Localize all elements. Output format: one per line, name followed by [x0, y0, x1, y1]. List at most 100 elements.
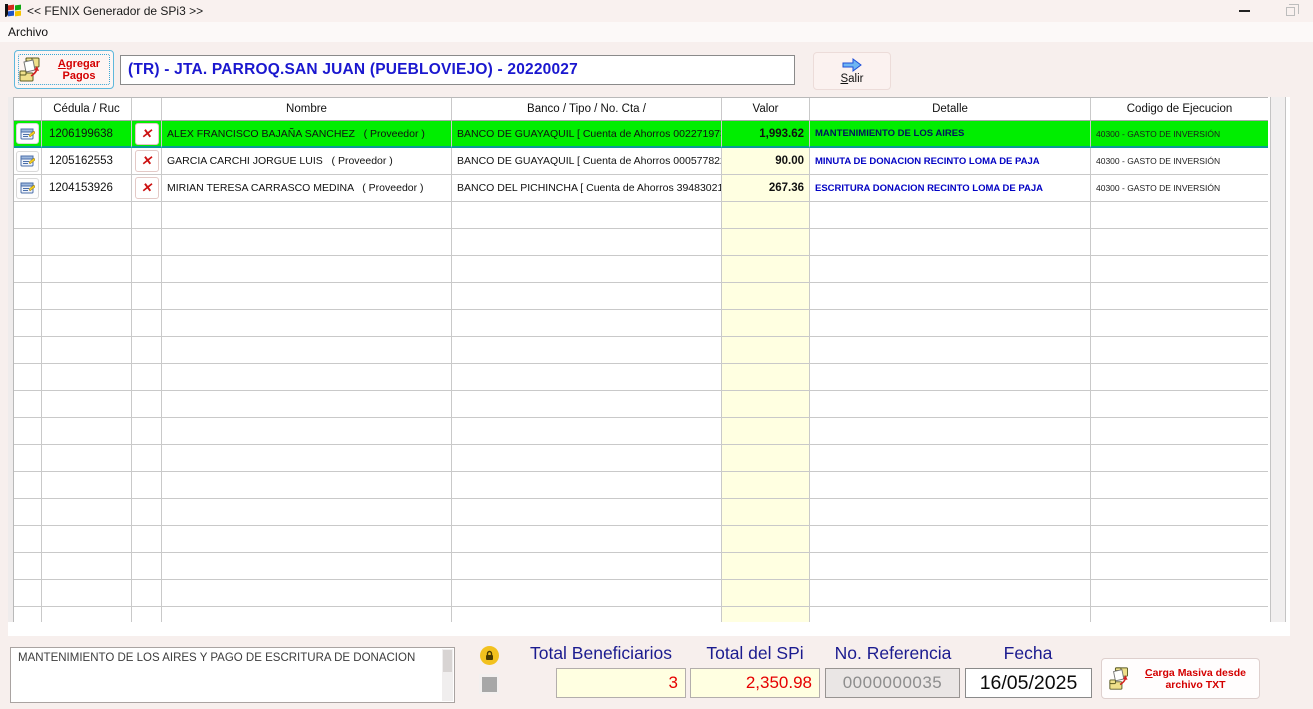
empty-banco-cell	[452, 472, 722, 499]
delete-row-button[interactable]: ✕	[134, 122, 159, 145]
empty-banco-cell	[452, 607, 722, 622]
empty-codigo-cell	[1091, 202, 1268, 229]
nombre-cell: ALEX FRANCISCO BAJAÑA SANCHEZ ( Proveedo…	[162, 121, 452, 148]
empty-delete-cell	[132, 607, 162, 622]
empty-nombre-cell	[162, 337, 452, 364]
empty-valor-cell	[722, 283, 810, 310]
empty-banco-cell	[452, 256, 722, 283]
delete-row-button[interactable]: ✕	[134, 150, 159, 172]
empty-valor-cell	[722, 607, 810, 622]
empty-row	[14, 607, 1268, 622]
empty-delete-cell	[132, 202, 162, 229]
vertical-scrollbar[interactable]	[1270, 97, 1286, 622]
salir-button[interactable]: Salir	[813, 52, 891, 90]
detalle-cell: ESCRITURA DONACION RECINTO LOMA DE PAJA	[810, 175, 1091, 202]
delete-row-button[interactable]: ✕	[134, 177, 159, 199]
total-beneficiarios-label: Total Beneficiarios	[529, 643, 673, 663]
empty-detalle-cell	[810, 553, 1091, 580]
empty-detalle-cell	[810, 445, 1091, 472]
edit-row-button[interactable]	[16, 177, 39, 199]
empty-valor-cell	[722, 580, 810, 607]
empty-nombre-cell	[162, 526, 452, 553]
restore-icon	[1285, 3, 1299, 16]
grid-header-row: Cédula / Ruc Nombre Banco / Tipo / No. C…	[14, 98, 1268, 121]
detalle-general-text: MANTENIMIENTO DE LOS AIRES Y PAGO DE ESC…	[18, 652, 416, 664]
empty-edit-cell	[14, 391, 42, 418]
empty-nombre-cell	[162, 418, 452, 445]
empty-row	[14, 472, 1268, 499]
empty-codigo-cell	[1091, 364, 1268, 391]
empty-delete-cell	[132, 310, 162, 337]
nombre-cell: MIRIAN TERESA CARRASCO MEDINA ( Proveedo…	[162, 175, 452, 202]
empty-delete-cell	[132, 364, 162, 391]
fecha-value-field[interactable]: 16/05/2025	[965, 668, 1092, 698]
cedula-cell: 1206199638	[42, 121, 132, 148]
empty-banco-cell	[452, 553, 722, 580]
empty-valor-cell	[722, 553, 810, 580]
carga-masiva-button[interactable]: Carga Masiva desde archivo TXT	[1101, 658, 1260, 699]
empty-codigo-cell	[1091, 310, 1268, 337]
detalle-general-textarea[interactable]: MANTENIMIENTO DE LOS AIRES Y PAGO DE ESC…	[10, 647, 455, 703]
empty-edit-cell	[14, 310, 42, 337]
empty-codigo-cell	[1091, 553, 1268, 580]
codigo-cell: 40300 - GASTO DE INVERSIÓN	[1091, 121, 1268, 148]
empty-valor-cell	[722, 391, 810, 418]
empty-banco-cell	[452, 364, 722, 391]
row-delete-cell: ✕	[132, 148, 162, 175]
empty-edit-cell	[14, 364, 42, 391]
minimize-button[interactable]	[1221, 0, 1267, 22]
empty-codigo-cell	[1091, 526, 1268, 553]
empty-detalle-cell	[810, 418, 1091, 445]
restore-button[interactable]	[1267, 0, 1313, 22]
row-delete-cell: ✕	[132, 121, 162, 148]
header-codigo: Codigo de Ejecucion	[1091, 98, 1268, 121]
empty-nombre-cell	[162, 445, 452, 472]
empty-row	[14, 256, 1268, 283]
empty-codigo-cell	[1091, 472, 1268, 499]
edit-row-button[interactable]	[16, 150, 39, 172]
salir-label: Salir	[840, 72, 864, 85]
empty-row	[14, 445, 1268, 472]
payment-row[interactable]: 1205162553 ✕ GARCIA CARCHI JORGUE LUIS ( P…	[14, 148, 1268, 175]
agregar-pagos-button[interactable]: Agregar Pagos	[14, 50, 114, 89]
empty-delete-cell	[132, 256, 162, 283]
payment-row[interactable]: 1204153926 ✕ MIRIAN TERESA CARRASCO MEDINA…	[14, 175, 1268, 202]
gray-square-button[interactable]	[479, 674, 499, 694]
empty-row	[14, 391, 1268, 418]
carga-masiva-label: Carga Masiva desde archivo TXT	[1136, 667, 1255, 691]
empty-valor-cell	[722, 202, 810, 229]
empty-codigo-cell	[1091, 283, 1268, 310]
empty-row	[14, 202, 1268, 229]
empty-row	[14, 283, 1268, 310]
empty-banco-cell	[452, 418, 722, 445]
empty-detalle-cell	[810, 256, 1091, 283]
menu-archivo[interactable]: Archivo	[0, 23, 56, 41]
lock-icon	[486, 650, 493, 660]
fenix-spi3-window: << FENIX Generador de SPi3 >> Archivo Ag…	[0, 0, 1313, 709]
menu-bar: Archivo	[0, 22, 1313, 42]
empty-delete-cell	[132, 553, 162, 580]
empty-edit-cell	[14, 553, 42, 580]
empty-nombre-cell	[162, 553, 452, 580]
footer-panel: MANTENIMIENTO DE LOS AIRES Y PAGO DE ESC…	[0, 640, 1313, 709]
empty-cedula-cell	[42, 364, 132, 391]
empty-delete-cell	[132, 337, 162, 364]
empty-row	[14, 364, 1268, 391]
empty-row	[14, 499, 1268, 526]
payment-row[interactable]: 1206199638 ✕ ALEX FRANCISCO BAJAÑA SANCHEZ…	[14, 121, 1268, 148]
batch-title-field[interactable]: (TR) - JTA. PARROQ.SAN JUAN (PUEBLOVIEJO…	[120, 55, 795, 85]
empty-nombre-cell	[162, 472, 452, 499]
detalle-cell: MINUTA DE DONACION RECINTO LOMA DE PAJA	[810, 148, 1091, 175]
empty-detalle-cell	[810, 202, 1091, 229]
payments-grid-zone: Cédula / Ruc Nombre Banco / Tipo / No. C…	[8, 97, 1290, 636]
empty-row	[14, 229, 1268, 256]
app-windows-logo-icon	[5, 4, 21, 18]
valor-cell: 267.36	[722, 175, 810, 202]
empty-delete-cell	[132, 499, 162, 526]
empty-cedula-cell	[42, 229, 132, 256]
edit-row-button[interactable]	[16, 123, 39, 144]
textarea-scrollbar[interactable]	[442, 649, 453, 701]
empty-banco-cell	[452, 310, 722, 337]
empty-banco-cell	[452, 445, 722, 472]
header-detalle: Detalle	[810, 98, 1091, 121]
